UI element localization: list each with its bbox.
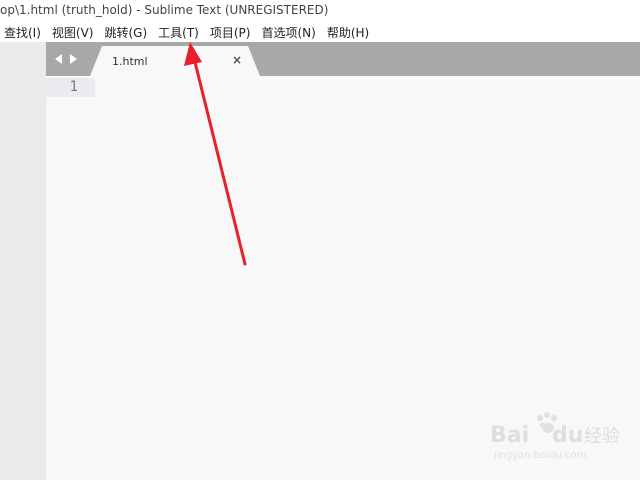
menu-item-help[interactable]: 帮助(H)	[323, 24, 376, 41]
menu-item-find[interactable]: 查找(I)	[0, 24, 48, 41]
menu-item-view[interactable]: 视图(V)	[48, 24, 101, 41]
tab-nav-arrows	[54, 54, 78, 64]
line-number: 1	[69, 79, 78, 95]
triangle-left-icon[interactable]	[54, 54, 64, 64]
tab-1-html[interactable]: 1.html ×	[90, 46, 260, 76]
menu-item-goto[interactable]: 跳转(G)	[100, 24, 154, 41]
title-bar: op\1.html (truth_hold) - Sublime Text (U…	[0, 0, 640, 22]
window-title: op\1.html (truth_hold) - Sublime Text (U…	[0, 3, 329, 17]
tab-label: 1.html	[112, 55, 148, 68]
svg-text:经验: 经验	[584, 426, 620, 447]
svg-text:Bai: Bai	[490, 423, 529, 448]
sublime-window: op\1.html (truth_hold) - Sublime Text (U…	[0, 0, 640, 480]
svg-text:du: du	[552, 423, 583, 448]
baidu-watermark: Bai du 经验 jingyan.baidu.com	[490, 410, 630, 470]
menu-item-preferences[interactable]: 首选项(N)	[257, 24, 322, 41]
triangle-right-icon[interactable]	[68, 54, 78, 64]
watermark-url: jingyan.baidu.com	[494, 450, 587, 461]
close-icon[interactable]: ×	[230, 53, 244, 67]
tab-bar: 1.html ×	[46, 42, 640, 76]
menu-bar: 查找(I) 视图(V) 跳转(G) 工具(T) 项目(P) 首选项(N) 帮助(…	[0, 22, 640, 42]
menu-item-project[interactable]: 项目(P)	[206, 24, 258, 41]
sidebar	[0, 42, 46, 480]
menu-item-tools[interactable]: 工具(T)	[154, 24, 206, 41]
baidu-paw-logo: Bai du 经验	[490, 412, 620, 448]
